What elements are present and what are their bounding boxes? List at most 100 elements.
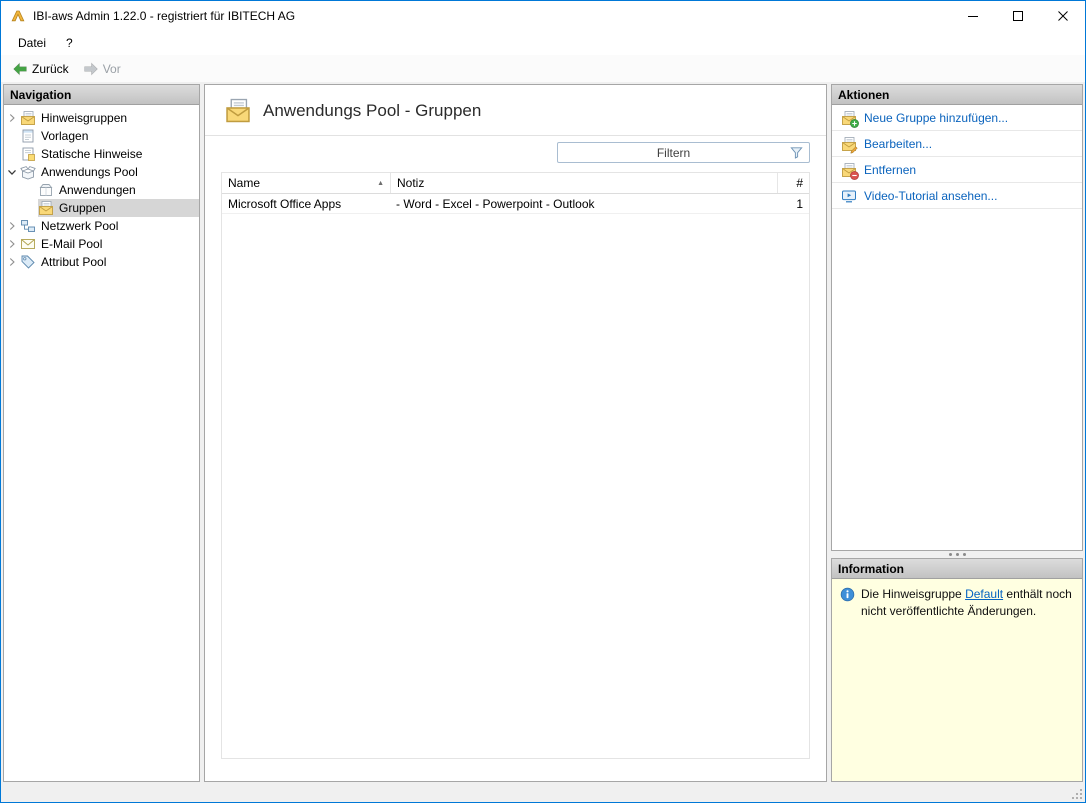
tree-label: Netzwerk Pool xyxy=(41,219,119,233)
column-label: Notiz xyxy=(397,176,425,190)
tree-label: E-Mail Pool xyxy=(41,237,103,251)
expander-icon[interactable] xyxy=(4,165,20,179)
cell-name: Microsoft Office Apps xyxy=(228,196,342,211)
filter-box xyxy=(557,142,810,163)
table-header-row: Name ▲ Notiz # xyxy=(222,173,809,194)
main-area: Navigation Hinweisgruppen Vorlagen Stati… xyxy=(1,82,1085,784)
sidebar-item-attribut-pool[interactable]: Attribut Pool xyxy=(4,253,199,271)
navigation-panel: Navigation Hinweisgruppen Vorlagen Stati… xyxy=(3,84,200,782)
network-pool-icon xyxy=(20,218,36,234)
chevron-right-icon xyxy=(5,111,19,125)
action-remove-group[interactable]: Entfernen xyxy=(832,157,1082,183)
information-header: Information xyxy=(832,559,1082,579)
tree-label: Anwendungs Pool xyxy=(41,165,138,179)
sidebar-item-gruppen[interactable]: Gruppen xyxy=(4,199,199,217)
splitter-grip-dot xyxy=(948,553,952,556)
tree-row-body: Netzwerk Pool xyxy=(20,217,199,235)
chevron-right-icon xyxy=(5,219,19,233)
actions-panel: Aktionen Neue Gruppe hinzufügen... Bearb… xyxy=(831,84,1083,551)
tree-row-body: E-Mail Pool xyxy=(20,235,199,253)
filter-funnel-icon[interactable] xyxy=(789,145,804,160)
action-add-group[interactable]: Neue Gruppe hinzufügen... xyxy=(832,105,1082,131)
column-header-name[interactable]: Name ▲ xyxy=(222,173,390,193)
window-title: IBI-aws Admin 1.22.0 - registriert für I… xyxy=(33,9,296,23)
app-pool-icon xyxy=(20,164,36,180)
action-edit-group[interactable]: Bearbeiten... xyxy=(832,131,1082,157)
expander-icon[interactable] xyxy=(4,111,20,125)
tree-row-body: Statische Hinweise xyxy=(20,145,199,163)
default-group-link[interactable]: Default xyxy=(965,587,1003,601)
maximize-button[interactable] xyxy=(995,1,1040,31)
column-header-count[interactable]: # xyxy=(777,173,809,193)
menu-datei[interactable]: Datei xyxy=(8,31,56,55)
column-label: Name xyxy=(228,176,261,190)
back-button[interactable]: Zurück xyxy=(6,59,75,79)
table-row[interactable]: Microsoft Office Apps - Word - Excel - P… xyxy=(222,194,809,214)
toolbar: Zurück Vor xyxy=(1,55,1085,82)
remove-group-icon xyxy=(841,162,857,178)
forward-button[interactable]: Vor xyxy=(77,59,127,79)
action-label: Video-Tutorial ansehen... xyxy=(864,188,998,203)
expander-icon[interactable] xyxy=(4,219,20,233)
sidebar-item-anwendungs-pool[interactable]: Anwendungs Pool xyxy=(4,163,199,181)
navigation-header: Navigation xyxy=(4,85,199,105)
tree-label: Gruppen xyxy=(59,201,106,215)
minus-badge-icon xyxy=(850,171,859,180)
window-controls xyxy=(950,1,1085,31)
email-pool-icon xyxy=(20,236,36,252)
expander-icon[interactable] xyxy=(4,237,20,251)
panel-splitter[interactable] xyxy=(831,551,1083,558)
forward-label: Vor xyxy=(102,61,121,76)
resize-grip-icon[interactable] xyxy=(1071,788,1083,800)
minimize-icon xyxy=(968,11,978,21)
filter-input[interactable] xyxy=(558,143,789,162)
expander-icon[interactable] xyxy=(4,255,20,269)
content-title-row: Anwendungs Pool - Gruppen xyxy=(205,85,826,136)
tree-label: Anwendungen xyxy=(59,183,136,197)
sidebar-item-netzwerk-pool[interactable]: Netzwerk Pool xyxy=(4,217,199,235)
templates-icon xyxy=(20,128,36,144)
titlebar[interactable]: IBI-aws Admin 1.22.0 - registriert für I… xyxy=(1,1,1085,31)
splitter-grip-dot xyxy=(955,553,959,556)
minimize-button[interactable] xyxy=(950,1,995,31)
content-panel: Anwendungs Pool - Gruppen Name ▲ Notiz xyxy=(204,84,827,782)
hint-groups-icon xyxy=(20,110,36,126)
menu-help[interactable]: ? xyxy=(56,31,83,55)
menubar: Datei ? xyxy=(1,31,1085,55)
close-icon xyxy=(1058,11,1068,21)
tree-row-body: Hinweisgruppen xyxy=(20,109,199,127)
app-icon xyxy=(10,8,26,24)
action-label: Bearbeiten... xyxy=(864,136,933,151)
static-hints-icon xyxy=(20,146,36,162)
tree-label: Vorlagen xyxy=(41,129,89,143)
right-column: Aktionen Neue Gruppe hinzufügen... Bearb… xyxy=(831,84,1083,782)
app-window: IBI-aws Admin 1.22.0 - registriert für I… xyxy=(0,0,1086,803)
splitter-grip-dot xyxy=(962,553,966,556)
sidebar-item-statische-hinweise[interactable]: Statische Hinweise xyxy=(4,145,199,163)
tree-label: Statische Hinweise xyxy=(41,147,143,161)
attribute-pool-icon xyxy=(20,254,36,270)
tree-row-body: Attribut Pool xyxy=(20,253,199,271)
groups-header-icon xyxy=(223,97,253,124)
info-icon xyxy=(840,587,855,602)
selected-row-highlight: Gruppen xyxy=(38,199,199,217)
groups-table: Name ▲ Notiz # Microsoft Office Apps - W… xyxy=(221,172,810,759)
cell-count: 1 xyxy=(796,196,803,211)
chevron-right-icon xyxy=(5,255,19,269)
sidebar-item-email-pool[interactable]: E-Mail Pool xyxy=(4,235,199,253)
navigation-tree: Hinweisgruppen Vorlagen Statische Hinwei… xyxy=(4,105,199,271)
sidebar-item-hinweisgruppen[interactable]: Hinweisgruppen xyxy=(4,109,199,127)
chevron-down-icon xyxy=(5,165,19,179)
plus-badge-icon xyxy=(850,119,859,128)
action-video-tutorial[interactable]: Video-Tutorial ansehen... xyxy=(832,183,1082,209)
pencil-badge-icon xyxy=(850,145,859,154)
information-body: Die Hinweisgruppe Default enthält noch n… xyxy=(832,579,1082,781)
tree-label: Attribut Pool xyxy=(41,255,107,269)
edit-group-icon xyxy=(841,136,857,152)
close-button[interactable] xyxy=(1040,1,1085,31)
sidebar-item-vorlagen[interactable]: Vorlagen xyxy=(4,127,199,145)
message-text: Die Hinweisgruppe xyxy=(861,587,966,601)
actions-header: Aktionen xyxy=(832,85,1082,105)
column-header-notiz[interactable]: Notiz xyxy=(390,173,777,193)
sidebar-item-anwendungen[interactable]: Anwendungen xyxy=(4,181,199,199)
